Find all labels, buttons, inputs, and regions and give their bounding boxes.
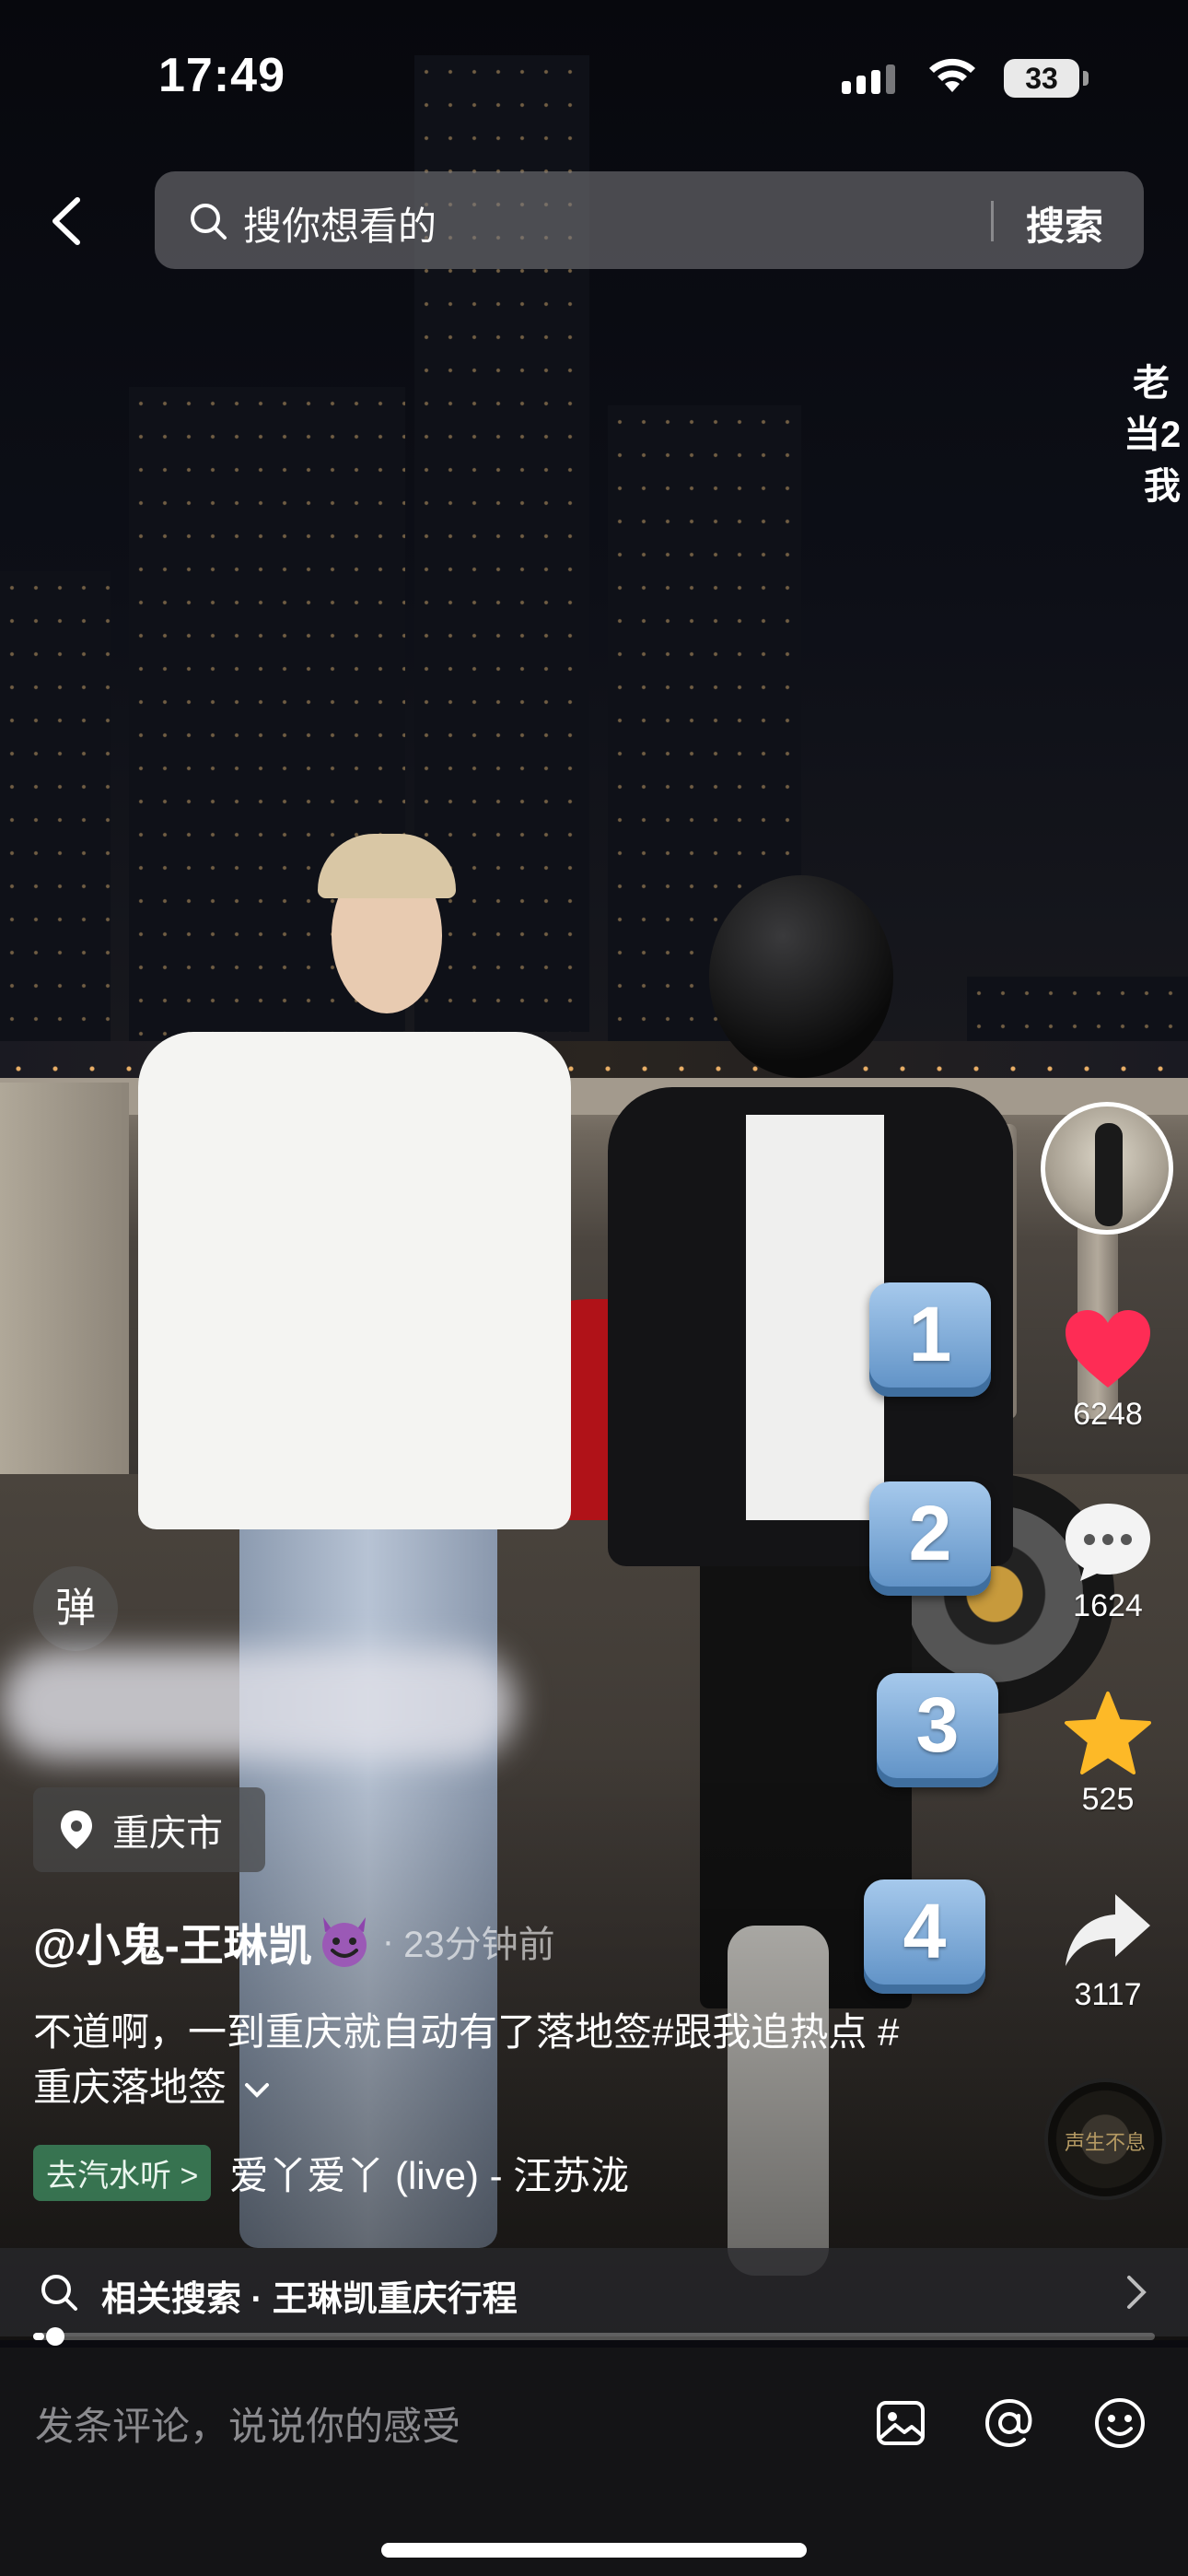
search-button[interactable]: 搜索	[1026, 195, 1103, 252]
music-row[interactable]: 去汽水听 > 爱丫爱丫 (live) - 汪苏泷	[33, 2145, 629, 2201]
comment-input[interactable]: 发条评论，说说你的感受	[35, 2395, 460, 2452]
home-indicator	[381, 2543, 807, 2558]
keycap-2-icon: 2	[869, 1481, 991, 1596]
avatar-figure	[1095, 1123, 1123, 1226]
devil-emoji-icon	[321, 1917, 367, 1967]
post-time: 23分钟前	[403, 1925, 555, 1965]
search-divider	[991, 201, 994, 241]
comment-bubble-icon	[1066, 1504, 1150, 1581]
status-time: 17:49	[158, 49, 285, 102]
video-caption[interactable]: 不道啊，一到重庆就自动有了落地签#跟我追热点 #重庆落地签	[33, 2005, 936, 2115]
wifi-icon	[929, 58, 975, 92]
rider-shirt	[746, 1115, 884, 1520]
keycap-4-icon: 4	[864, 1879, 985, 1994]
progress-knob[interactable]	[46, 2327, 64, 2346]
cellular-signal-icon	[842, 64, 895, 94]
mention-at-icon[interactable]	[982, 2395, 1037, 2451]
heart-icon	[1066, 1310, 1150, 1388]
person-tshirt	[138, 1032, 571, 1529]
building	[967, 977, 1188, 1050]
search-input[interactable]: 搜你想看的	[243, 195, 437, 252]
star-icon	[1065, 1692, 1151, 1774]
author-name[interactable]: @小鬼-王琳凯	[33, 1909, 312, 1973]
share-count: 3117	[1074, 1977, 1142, 2012]
music-title[interactable]: 爱丫爱丫 (live) - 汪苏泷	[229, 2145, 629, 2201]
keycap-1-icon: 1	[869, 1282, 991, 1397]
location-tag[interactable]: 重庆市	[33, 1787, 265, 1872]
author-avatar[interactable]	[1041, 1102, 1173, 1235]
favorite-button[interactable]: 525	[1039, 1690, 1177, 1818]
share-arrow-icon	[1066, 1894, 1150, 1966]
separator-dot: ·	[381, 1920, 395, 1961]
image-picker-icon[interactable]	[873, 2395, 928, 2451]
comment-count: 1624	[1073, 1588, 1143, 1623]
danmu-toggle-button[interactable]: 弹	[33, 1566, 118, 1651]
search-icon	[41, 2275, 77, 2311]
overlay-line: 我	[1144, 466, 1181, 507]
emoji-icon[interactable]	[1092, 2395, 1147, 2451]
location-pin-icon	[61, 1810, 92, 1849]
like-count: 6248	[1073, 1397, 1143, 1432]
search-bar[interactable]: 搜你想看的 搜索	[155, 171, 1144, 269]
overlay-line: 当2	[1124, 415, 1182, 455]
video-progress-bar[interactable]	[33, 2327, 1155, 2346]
progress-fill	[33, 2333, 45, 2340]
like-button[interactable]: 6248	[1039, 1308, 1177, 1433]
blurred-danmu	[0, 1649, 516, 1760]
pillar	[0, 1083, 129, 1488]
location-label: 重庆市	[112, 1813, 223, 1854]
related-search-bar[interactable]: 相关搜索 · 王琳凯重庆行程	[0, 2248, 1188, 2336]
building	[0, 571, 111, 1050]
video-overlay-text: 老 当2 我	[1124, 357, 1181, 512]
author-line: @小鬼-王琳凯 · 23分钟前	[33, 1909, 555, 1973]
rider-helmet	[709, 875, 893, 1078]
battery-icon: 33	[1004, 59, 1089, 98]
related-search-text: 相关搜索 · 王琳凯重庆行程	[101, 2280, 518, 2319]
search-icon	[191, 204, 227, 240]
music-disc[interactable]: 声生不息	[1044, 2078, 1166, 2200]
back-arrow-icon[interactable]	[37, 189, 92, 253]
comment-button[interactable]: 1624	[1039, 1500, 1177, 1624]
overlay-line: 老	[1133, 363, 1170, 404]
music-disc-label: 声生不息	[1064, 2131, 1146, 2154]
chevron-right-icon	[1127, 2276, 1147, 2309]
expand-chevron-icon[interactable]	[243, 2080, 271, 2101]
comment-bar: 发条评论，说说你的感受	[0, 2348, 1188, 2576]
video-player[interactable]	[0, 0, 1188, 2340]
share-button[interactable]: 3117	[1039, 1889, 1177, 2013]
keycap-3-icon: 3	[877, 1673, 998, 1787]
qishui-music-tag[interactable]: 去汽水听 >	[33, 2145, 212, 2201]
favorite-count: 525	[1081, 1782, 1135, 1817]
caption-text: 不道啊，一到重庆就自动有了落地签#跟我追热点 #重庆落地签	[33, 2010, 900, 2109]
status-bar: 17:49 33	[0, 0, 1188, 157]
